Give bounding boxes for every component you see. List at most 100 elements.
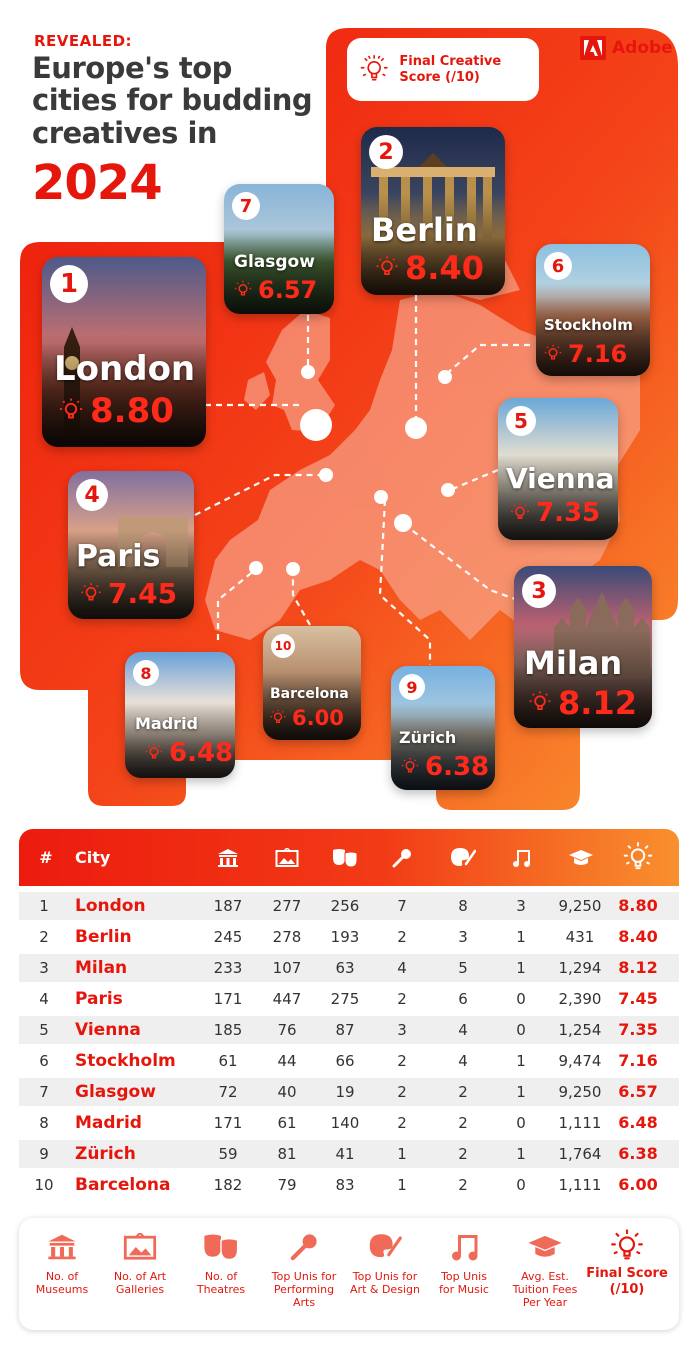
legend-item-final-score: Final Score (/10) bbox=[586, 1218, 668, 1330]
city-card-barcelona[interactable]: 10 Barcelona 6.00 bbox=[263, 626, 361, 740]
lightbulb-icon bbox=[81, 582, 101, 600]
cell-city: Glasgow bbox=[75, 1082, 156, 1102]
palette-icon bbox=[369, 1234, 402, 1258]
city-score: 8.12 bbox=[526, 684, 637, 722]
cell-fees: 9,250 bbox=[558, 897, 602, 915]
cell-perf: 2 bbox=[397, 1052, 407, 1070]
city-card-london[interactable]: 1 London 8.80 bbox=[42, 257, 206, 447]
city-card-madrid[interactable]: 8 Madrid 6.48 bbox=[125, 652, 235, 778]
table-row: 5 Vienna 185 76 87 3 4 0 1,254 7.35 bbox=[19, 1016, 679, 1044]
cell-perf: 1 bbox=[397, 1176, 407, 1194]
cell-theatres: 19 bbox=[335, 1083, 355, 1101]
cell-museums: 72 bbox=[218, 1083, 238, 1101]
cell-music: 1 bbox=[516, 1052, 526, 1070]
city-card-stockholm[interactable]: 6 Stockholm 7.16 bbox=[536, 244, 650, 376]
lightbulb-icon bbox=[544, 344, 562, 360]
cell-city: Paris bbox=[75, 989, 123, 1009]
cell-fees: 2,390 bbox=[558, 990, 602, 1008]
cell-theatres: 275 bbox=[330, 990, 360, 1008]
score-key: Final Creative Score (/10) bbox=[347, 38, 539, 101]
cell-music: 1 bbox=[516, 1145, 526, 1163]
page-title-year: 2024 bbox=[32, 155, 163, 211]
theatre-masks-icon bbox=[204, 1234, 239, 1261]
city-card-paris[interactable]: 4 Paris 7.45 bbox=[68, 471, 194, 619]
cell-music: 0 bbox=[516, 1176, 526, 1194]
city-score: 6.38 bbox=[399, 752, 489, 782]
cell-music: 0 bbox=[516, 1114, 526, 1132]
city-score: 7.16 bbox=[542, 340, 627, 368]
lightbulb-icon bbox=[623, 841, 653, 869]
score-key-label: Final Creative Score (/10) bbox=[399, 53, 502, 85]
cell-final: 6.57 bbox=[618, 1082, 658, 1101]
cell-city: Vienna bbox=[75, 1020, 141, 1040]
rank-badge: 2 bbox=[369, 135, 403, 169]
city-name: Madrid bbox=[135, 714, 198, 733]
score-value: 6.48 bbox=[169, 738, 234, 768]
col-art bbox=[440, 829, 486, 886]
cell-fees: 1,111 bbox=[558, 1176, 602, 1194]
city-score: 6.00 bbox=[268, 706, 344, 730]
legend-item-galleries: No. of Art Galleries bbox=[100, 1218, 180, 1330]
city-card-vienna[interactable]: 5 Vienna 7.35 bbox=[498, 398, 618, 540]
legend-label: Avg. Est. Tuition Fees Per Year bbox=[512, 1270, 578, 1310]
city-score: 8.80 bbox=[56, 391, 174, 431]
score-value: 8.12 bbox=[558, 684, 637, 722]
table-row: 2 Berlin 245 278 193 2 3 1 431 8.40 bbox=[19, 923, 679, 951]
cell-city: Zürich bbox=[75, 1144, 136, 1164]
score-value: 8.80 bbox=[90, 391, 174, 431]
museum-icon bbox=[218, 848, 238, 867]
cell-perf: 3 bbox=[397, 1021, 407, 1039]
cell-galleries: 61 bbox=[277, 1114, 297, 1132]
score-value: 7.35 bbox=[536, 498, 601, 528]
score-value: 7.45 bbox=[108, 577, 178, 610]
cell-fees: 9,250 bbox=[558, 1083, 602, 1101]
cell-rank: 1 bbox=[39, 897, 49, 915]
cell-art: 2 bbox=[458, 1176, 468, 1194]
table-row: 10 Barcelona 182 79 83 1 2 0 1,111 6.00 bbox=[19, 1171, 679, 1199]
city-name: London bbox=[54, 349, 196, 389]
legend-label: No. of Art Galleries bbox=[113, 1270, 167, 1297]
cell-rank: 2 bbox=[39, 928, 49, 946]
cell-theatres: 83 bbox=[335, 1176, 355, 1194]
lightbulb-icon bbox=[145, 743, 163, 759]
cell-music: 0 bbox=[516, 990, 526, 1008]
cell-city: Stockholm bbox=[75, 1051, 176, 1071]
city-card-berlin[interactable]: 2 Berlin 8.40 bbox=[361, 127, 505, 295]
city-card-milan[interactable]: 3 Milan 8.12 bbox=[514, 566, 652, 728]
lightbulb-icon bbox=[529, 691, 551, 710]
cell-music: 0 bbox=[516, 1021, 526, 1039]
cell-theatres: 41 bbox=[335, 1145, 355, 1163]
cell-art: 3 bbox=[458, 928, 468, 946]
cell-fees: 1,254 bbox=[558, 1021, 602, 1039]
table-row: 4 Paris 171 447 275 2 6 0 2,390 7.45 bbox=[19, 985, 679, 1013]
cell-fees: 9,474 bbox=[558, 1052, 602, 1070]
gallery-icon bbox=[275, 847, 299, 867]
table-row: 7 Glasgow 72 40 19 2 2 1 9,250 6.57 bbox=[19, 1078, 679, 1106]
cell-theatres: 63 bbox=[335, 959, 355, 977]
city-card-zurich[interactable]: 9 Zürich 6.38 bbox=[391, 666, 495, 790]
cell-final: 6.38 bbox=[618, 1144, 658, 1163]
cell-fees: 1,764 bbox=[558, 1145, 602, 1163]
city-card-glasgow[interactable]: 7 Glasgow 6.57 bbox=[224, 184, 334, 314]
cell-galleries: 107 bbox=[272, 959, 302, 977]
cell-perf: 2 bbox=[397, 1114, 407, 1132]
lightbulb-icon bbox=[511, 503, 529, 519]
legend-item-tuition: Avg. Est. Tuition Fees Per Year bbox=[505, 1218, 585, 1330]
legend-label: No. of Theatres bbox=[196, 1270, 246, 1297]
lightbulb-icon bbox=[234, 280, 252, 296]
legend-item-art-design: Top Unis for Art & Design bbox=[345, 1218, 425, 1330]
col-city: City bbox=[75, 848, 111, 867]
rank-badge: 3 bbox=[522, 574, 556, 608]
cell-city: London bbox=[75, 896, 146, 916]
cell-rank: 10 bbox=[34, 1176, 54, 1194]
cell-galleries: 79 bbox=[277, 1176, 297, 1194]
table-row: 8 Madrid 171 61 140 2 2 0 1,111 6.48 bbox=[19, 1109, 679, 1137]
cell-galleries: 81 bbox=[277, 1145, 297, 1163]
cell-rank: 7 bbox=[39, 1083, 49, 1101]
music-note-icon bbox=[452, 1235, 478, 1261]
col-music bbox=[503, 829, 539, 886]
lightbulb-icon bbox=[376, 256, 398, 275]
cell-final: 6.48 bbox=[618, 1113, 658, 1132]
cell-museums: 182 bbox=[213, 1176, 243, 1194]
legend: No. of Museums No. of Art Galleries No. … bbox=[19, 1218, 679, 1330]
